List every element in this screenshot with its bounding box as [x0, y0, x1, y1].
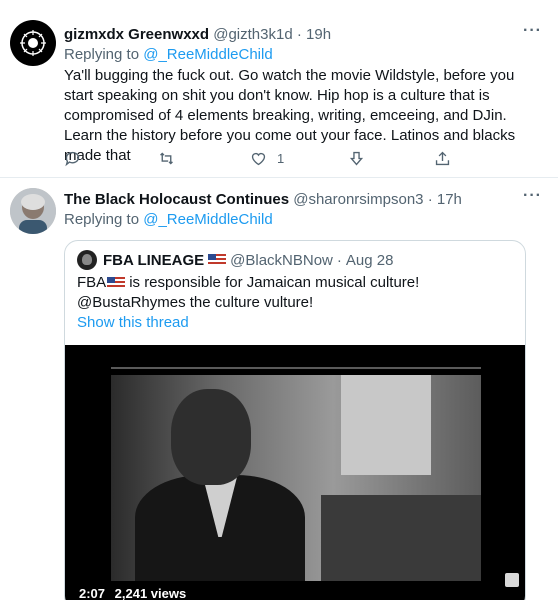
replying-to: Replying to @_ReeMiddleChild: [64, 211, 273, 228]
reply-button[interactable]: [64, 148, 81, 168]
separator: ·: [427, 191, 433, 208]
tweet-time[interactable]: 19h: [306, 26, 331, 43]
share-button[interactable]: [434, 148, 451, 168]
tweet-actions: 1: [64, 148, 454, 168]
quoted-tweet[interactable]: FBA LINEAGE @BlackNBNow · Aug 28 FBA is r…: [64, 240, 526, 600]
author-handle[interactable]: @sharonrsimpson3: [293, 191, 423, 208]
tweet[interactable]: The Black Holocaust Continues @sharonrsi…: [0, 178, 558, 600]
tweet-header: gizmxdx Greenwxxd @gizth3k1d · 19h: [64, 26, 522, 43]
quote-text-body: is responsible for Jamaican musical cult…: [77, 274, 420, 311]
author-name[interactable]: The Black Holocaust Continues: [64, 191, 289, 208]
more-options-icon[interactable]: ···: [523, 22, 542, 40]
quote-author-name[interactable]: FBA LINEAGE: [103, 252, 204, 269]
us-flag-icon: [208, 254, 227, 266]
video-scene-piano: [321, 495, 481, 581]
video-duration: 2:07: [79, 586, 106, 600]
tweet-header: The Black Holocaust Continues @sharonrsi…: [64, 191, 522, 208]
share-icon: [435, 151, 450, 165]
like-button[interactable]: 1: [250, 148, 284, 168]
author-handle[interactable]: @gizth3k1d: [213, 26, 292, 43]
author-name[interactable]: gizmxdx Greenwxxd: [64, 26, 209, 43]
video-frame-edge: [111, 367, 481, 369]
retweet-icon: [160, 151, 173, 165]
avatar-photo-icon: [10, 188, 56, 234]
video-scene-person-head: [171, 389, 251, 485]
replying-mention[interactable]: @_ReeMiddleChild: [143, 46, 272, 63]
avatar-logo-icon: [20, 30, 46, 56]
quote-avatar[interactable]: [77, 250, 97, 270]
quote-text: FBA is responsible for Jamaican musical c…: [77, 273, 517, 313]
retweet-button[interactable]: [158, 148, 175, 168]
video-meta: 2:07 2,241 views: [79, 586, 192, 600]
quote-text-prefix: FBA: [77, 274, 107, 291]
avatar[interactable]: [10, 20, 56, 66]
expand-video-icon[interactable]: [505, 573, 519, 587]
tweet-time[interactable]: 17h: [437, 191, 462, 208]
downvote-icon: [349, 151, 364, 165]
replying-to: Replying to @_ReeMiddleChild: [64, 46, 273, 63]
video-views: 2,241 views: [114, 586, 187, 600]
video-scene-background: [341, 375, 431, 475]
more-options-icon[interactable]: ···: [523, 187, 542, 205]
video-player[interactable]: 2:07 2,241 views: [65, 345, 525, 600]
like-count: 1: [277, 150, 285, 166]
replying-mention[interactable]: @_ReeMiddleChild: [143, 211, 272, 228]
downvote-button[interactable]: [348, 148, 365, 168]
tweet[interactable]: gizmxdx Greenwxxd @gizth3k1d · 19h ··· R…: [0, 0, 558, 178]
quote-time[interactable]: Aug 28: [346, 252, 394, 269]
heart-icon: [251, 152, 266, 165]
replying-label: Replying to: [64, 211, 140, 228]
quote-handle[interactable]: @BlackNBNow: [230, 252, 333, 269]
separator: ·: [336, 251, 342, 269]
replying-label: Replying to: [64, 46, 140, 63]
reply-icon: [65, 151, 80, 166]
quote-header: FBA LINEAGE @BlackNBNow · Aug 28: [77, 250, 393, 270]
avatar[interactable]: [10, 188, 56, 234]
separator: ·: [296, 26, 302, 43]
us-flag-icon: [107, 277, 126, 290]
show-thread-link[interactable]: Show this thread: [77, 314, 189, 331]
